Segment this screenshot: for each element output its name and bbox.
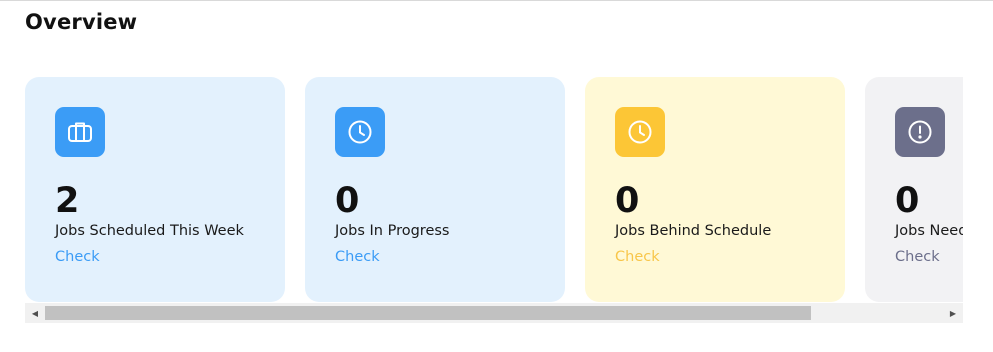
jobs-behind-schedule-check-link[interactable]: Check <box>615 249 660 265</box>
cards-scroll-area[interactable]: 2 Jobs Scheduled This Week Check 0 Jobs … <box>25 77 963 303</box>
briefcase-icon <box>55 107 105 157</box>
card-jobs-behind-schedule: 0 Jobs Behind Schedule Check <box>585 77 845 302</box>
scroll-right-arrow-icon[interactable]: ▶ <box>943 303 963 323</box>
scrollbar-thumb[interactable] <box>45 306 811 320</box>
jobs-needing-attention-count: 0 <box>895 181 920 221</box>
jobs-in-progress-count: 0 <box>335 181 360 221</box>
jobs-in-progress-label: Jobs In Progress <box>335 223 450 239</box>
alert-circle-icon <box>895 107 945 157</box>
scroll-left-arrow-icon[interactable]: ◀ <box>25 303 45 323</box>
jobs-behind-schedule-label: Jobs Behind Schedule <box>615 223 772 239</box>
page-title: Overview <box>25 10 138 34</box>
jobs-needing-attention-check-link[interactable]: Check <box>895 249 940 265</box>
jobs-scheduled-count: 2 <box>55 181 80 221</box>
card-jobs-scheduled: 2 Jobs Scheduled This Week Check <box>25 77 285 302</box>
jobs-behind-schedule-count: 0 <box>615 181 640 221</box>
top-divider <box>0 0 993 1</box>
card-jobs-in-progress: 0 Jobs In Progress Check <box>305 77 565 302</box>
clock-icon <box>615 107 665 157</box>
clock-icon <box>335 107 385 157</box>
horizontal-scrollbar[interactable]: ◀ ▶ <box>25 303 963 323</box>
jobs-scheduled-label: Jobs Scheduled This Week <box>55 223 244 239</box>
jobs-scheduled-check-link[interactable]: Check <box>55 249 100 265</box>
cards-track: 2 Jobs Scheduled This Week Check 0 Jobs … <box>25 77 963 303</box>
jobs-needing-attention-label: Jobs Needing Attention <box>895 223 963 239</box>
card-jobs-needing-attention: 0 Jobs Needing Attention Check <box>865 77 963 302</box>
jobs-in-progress-check-link[interactable]: Check <box>335 249 380 265</box>
